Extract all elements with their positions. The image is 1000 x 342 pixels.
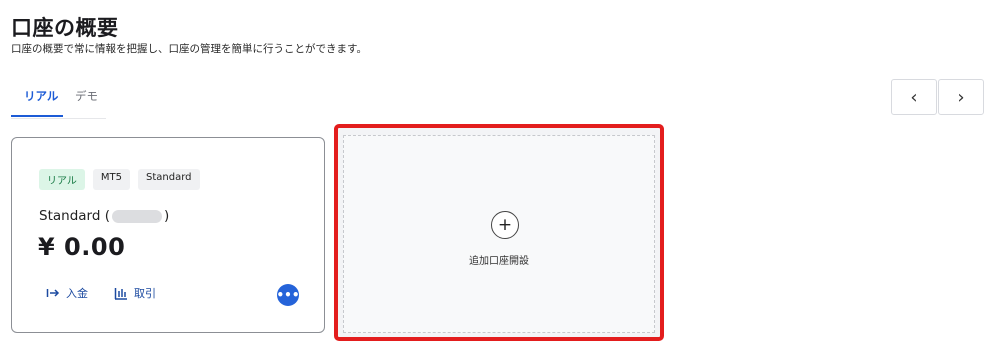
account-card: リアル MT5 Standard Standard ( ) ¥ 0.00 入金 xyxy=(11,137,325,333)
add-account-label: 追加口座開設 xyxy=(469,256,529,267)
account-name-label: Standard ( xyxy=(39,208,110,224)
next-page-button[interactable]: › xyxy=(938,79,984,115)
page-title: 口座の概要 xyxy=(11,16,119,40)
chevron-left-icon: ‹ xyxy=(910,86,918,108)
more-options-button[interactable]: ••• xyxy=(276,284,300,306)
plus-icon: + xyxy=(491,211,519,239)
badge-platform: MT5 xyxy=(92,169,131,190)
account-type-tabs: リアル デモ xyxy=(11,80,106,119)
page-subtitle: 口座の概要で常に情報を把握し、口座の管理を簡単に行うことができます。 xyxy=(11,43,367,55)
add-account-card[interactable]: + 追加口座開設 xyxy=(334,124,664,341)
account-balance: ¥ 0.00 xyxy=(38,233,126,261)
account-name: Standard ( ) xyxy=(39,208,169,224)
tab-demo[interactable]: デモ xyxy=(75,88,98,104)
prev-page-button[interactable]: ‹ xyxy=(891,79,937,115)
deposit-arrow-icon xyxy=(46,289,60,297)
active-tab-indicator xyxy=(11,115,63,117)
tab-real[interactable]: リアル xyxy=(24,88,58,104)
more-dots-icon: ••• xyxy=(276,288,300,302)
add-account-dropzone: + 追加口座開設 xyxy=(343,135,655,333)
deposit-label: 入金 xyxy=(66,287,88,300)
chart-icon xyxy=(114,287,127,300)
trade-label: 取引 xyxy=(134,287,156,300)
badge-real: リアル xyxy=(39,169,85,190)
redacted-account-number xyxy=(111,209,162,223)
deposit-button[interactable]: 入金 xyxy=(46,285,88,301)
account-name-close: ) xyxy=(163,208,170,224)
account-actions: 入金 取引 xyxy=(46,285,156,301)
badge-account-type: Standard xyxy=(138,169,200,190)
trade-button[interactable]: 取引 xyxy=(114,285,156,301)
chevron-right-icon: › xyxy=(957,86,965,108)
account-badges: リアル MT5 Standard xyxy=(39,169,200,190)
